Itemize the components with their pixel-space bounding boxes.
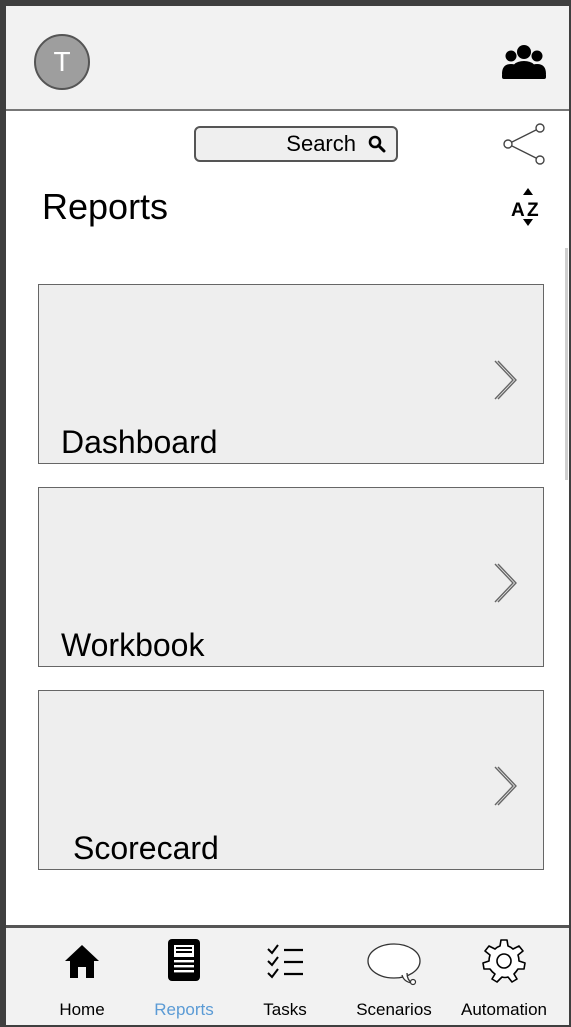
report-card-scorecard[interactable]: Scorecard: [38, 690, 544, 870]
nav-label: Scenarios: [356, 1000, 432, 1019]
nav-tasks[interactable]: Tasks: [250, 928, 320, 1025]
magnifier-icon: [368, 135, 386, 153]
avatar-initial: T: [53, 46, 71, 77]
svg-text:Z: Z: [527, 200, 539, 221]
sort-az-icon[interactable]: A Z: [508, 188, 548, 228]
home-icon: [65, 945, 99, 978]
page-title: Reports: [42, 186, 169, 227]
nav-automation[interactable]: Automation: [454, 928, 554, 1025]
nav-label: Home: [59, 1000, 105, 1019]
nav-label: Reports: [154, 1000, 214, 1019]
nav-home[interactable]: Home: [48, 928, 116, 1025]
chevron-right-icon: [494, 766, 517, 806]
avatar[interactable]: T: [34, 34, 90, 90]
search-box[interactable]: Search: [194, 126, 398, 162]
share-icon[interactable]: [500, 122, 548, 166]
card-label: Dashboard: [61, 424, 218, 460]
top-bar: [6, 6, 569, 111]
card-label: Workbook: [61, 627, 205, 663]
scrollbar[interactable]: [565, 248, 568, 480]
bottom-nav: Home Reports Tasks Scenarios Automation: [6, 925, 569, 1025]
search-label: Search: [286, 131, 356, 156]
svg-text:A: A: [511, 200, 525, 221]
nav-label: Automation: [461, 1000, 547, 1019]
nav-label: Tasks: [263, 1000, 307, 1019]
report-card-dashboard[interactable]: Dashboard: [38, 284, 544, 464]
nav-scenarios[interactable]: Scenarios: [348, 928, 440, 1025]
nav-reports[interactable]: Reports: [144, 928, 224, 1025]
report-icon: [168, 939, 200, 981]
gear-icon: [482, 939, 526, 983]
chevron-right-icon: [494, 563, 517, 603]
speech-bubble-icon: [367, 943, 421, 986]
people-group-icon[interactable]: [502, 40, 546, 84]
checklist-icon: [267, 944, 303, 979]
report-card-workbook[interactable]: Workbook: [38, 487, 544, 667]
card-label: Scorecard: [73, 830, 219, 866]
chevron-right-icon: [494, 360, 517, 400]
